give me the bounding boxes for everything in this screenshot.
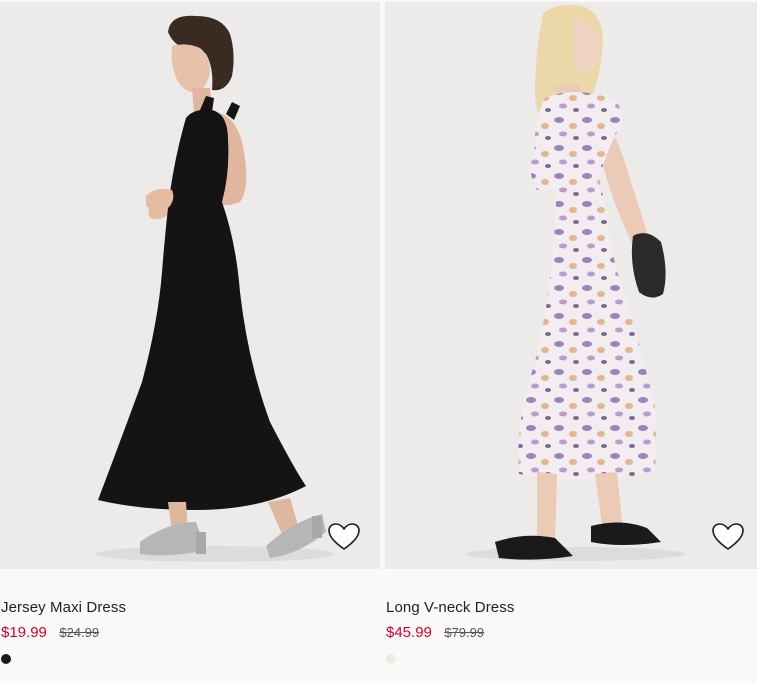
product-card[interactable]: Jersey Maxi Dress $19.99 $24.99 <box>0 0 380 683</box>
favorite-button[interactable] <box>711 522 745 552</box>
favorite-button[interactable] <box>327 522 361 552</box>
product-image[interactable] <box>0 2 380 569</box>
price-row: $45.99 $79.99 <box>386 624 484 642</box>
product-title[interactable]: Long V-neck Dress <box>386 599 514 616</box>
product-grid: Jersey Maxi Dress $19.99 $24.99 Long V-n… <box>0 0 757 683</box>
heart-outline-icon <box>328 523 360 550</box>
original-price: $79.99 <box>444 625 485 640</box>
sale-price: $45.99 <box>386 624 432 641</box>
product-card[interactable]: Long V-neck Dress $45.99 $79.99 <box>385 0 757 683</box>
price-row: $19.99 $24.99 <box>1 624 99 642</box>
color-swatch[interactable] <box>386 654 396 664</box>
product-image[interactable] <box>385 2 757 569</box>
original-price: $24.99 <box>59 625 100 640</box>
model-photo-floral-dress <box>465 5 685 561</box>
color-swatch[interactable] <box>1 654 11 664</box>
product-title[interactable]: Jersey Maxi Dress <box>1 599 126 616</box>
sale-price: $19.99 <box>1 624 47 641</box>
heart-outline-icon <box>712 523 744 550</box>
model-photo-black-dress <box>95 15 335 562</box>
